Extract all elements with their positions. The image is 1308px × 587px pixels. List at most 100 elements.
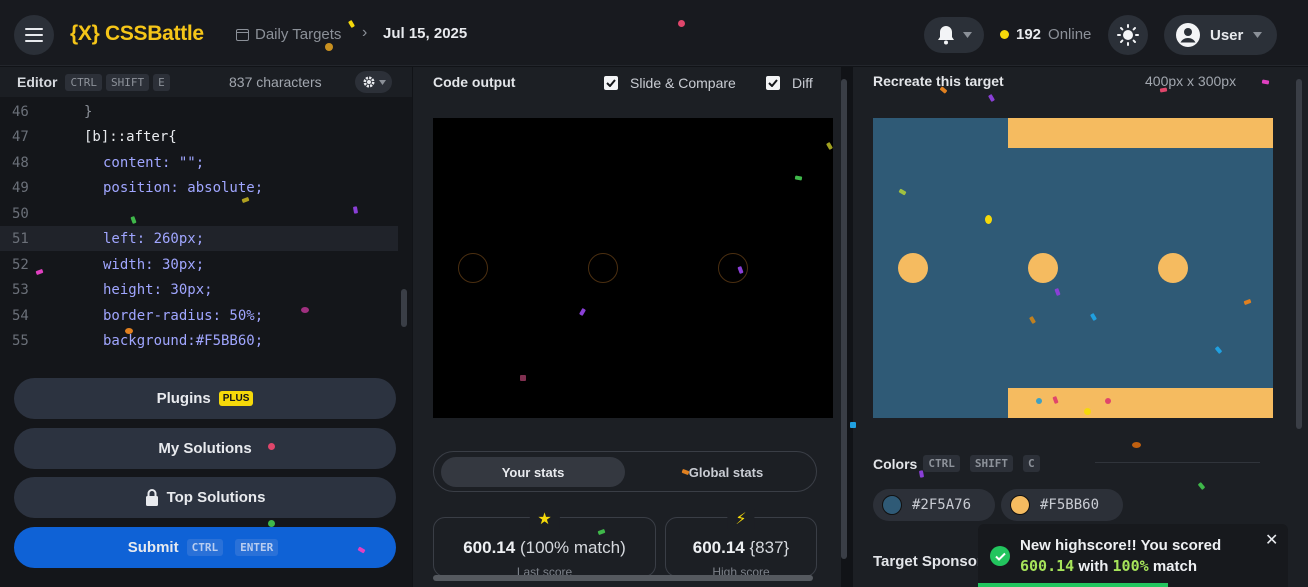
line-number: 48 [12, 154, 29, 171]
toast-line1: New highscore!! You scored [1020, 537, 1222, 554]
code-text: } [84, 103, 93, 120]
last-score-value-row: 600.14 (100% match) [434, 538, 655, 558]
breadcrumb-daily-targets[interactable]: Daily Targets [236, 26, 341, 43]
theme-toggle-button[interactable] [1108, 15, 1148, 55]
diff-checkbox[interactable] [766, 76, 780, 90]
submit-button[interactable]: Submit CTRL ENTER [14, 527, 396, 568]
tab-your-stats[interactable]: Your stats [441, 457, 625, 487]
code-line: 49 position: absolute; [0, 175, 398, 200]
divider [1095, 462, 1260, 463]
editor-title: Editor [17, 74, 58, 90]
top-solutions-button[interactable]: Top Solutions [14, 477, 396, 518]
check-icon [768, 79, 778, 87]
diff-circle [588, 253, 618, 283]
slide-compare-checkbox[interactable] [604, 76, 618, 90]
slide-compare-label: Slide & Compare [630, 75, 736, 91]
scrollbar-thumb[interactable] [841, 79, 847, 559]
color-chip[interactable]: #2F5A76 [873, 489, 995, 521]
confetti [850, 422, 856, 428]
target-sponsor-title: Target Sponsor [873, 553, 983, 570]
code-line: 53 height: 30px; [0, 277, 398, 302]
line-number: 47 [12, 128, 29, 145]
target-image[interactable] [873, 118, 1273, 418]
output-header: Code output Slide & Compare Diff [413, 67, 841, 97]
editor-header: Editor CTRL SHIFT E 837 characters [0, 67, 412, 97]
lightning-icon: ⚡ [727, 509, 755, 529]
line-number: 50 [12, 205, 29, 222]
code-line: 55 background:#F5BB60; [0, 328, 398, 353]
target-vertical-scrollbar[interactable] [1294, 67, 1304, 572]
my-solutions-button[interactable]: My Solutions [14, 428, 396, 469]
my-solutions-label: My Solutions [158, 440, 252, 457]
toast-match-word: match [1152, 558, 1198, 575]
code-text: background:#F5BB60; [103, 332, 264, 349]
close-icon[interactable]: ✕ [1265, 530, 1278, 550]
high-score-card: ⚡ 600.14 {837} High score [665, 509, 817, 579]
slide-compare-toggle[interactable]: Slide & Compare [604, 75, 736, 91]
code-line-active: 51 left: 260px; [0, 226, 398, 251]
online-dot-icon [1000, 30, 1009, 39]
high-score-value: 600.14 [692, 538, 745, 557]
code-editor[interactable]: 46} 47 [b]::after{ 48 content: ""; 49 posit… [0, 99, 398, 361]
plugins-button[interactable]: Plugins PLUS [14, 378, 396, 419]
confetti [301, 307, 309, 313]
target-bottom-bar [1008, 388, 1273, 418]
editor-settings-button[interactable] [355, 71, 392, 93]
toast-message: New highscore!! You scored 600.14 with 1… [1020, 536, 1260, 577]
confetti [985, 215, 992, 224]
confetti [268, 443, 275, 450]
plus-badge: PLUS [218, 391, 254, 406]
chevron-down-icon [378, 79, 386, 85]
toast-progress-bar [978, 583, 1168, 587]
line-number: 46 [12, 103, 29, 120]
target-top-bar [1008, 118, 1273, 148]
lock-icon [145, 489, 158, 506]
star-icon: ★ [529, 509, 560, 529]
online-label: Online [1048, 26, 1092, 43]
logo[interactable]: {X} CSSBattle [70, 22, 204, 46]
confetti [678, 20, 685, 27]
breadcrumb-section-label: Daily Targets [255, 26, 342, 43]
shortcut-key: C [1022, 455, 1040, 472]
check-circle-icon [990, 546, 1010, 566]
tab-global-stats[interactable]: Global stats [634, 457, 818, 487]
diff-toggle[interactable]: Diff [766, 75, 813, 91]
last-score-card: ★ 600.14 (100% match) Last score [433, 509, 656, 579]
bell-icon [937, 26, 954, 45]
notifications-button[interactable] [924, 17, 984, 53]
confetti [520, 375, 526, 381]
user-menu-button[interactable]: User [1164, 15, 1277, 55]
code-text: position: absolute; [103, 179, 264, 196]
code-line: 46} [0, 99, 398, 124]
target-circle [1158, 253, 1188, 283]
online-indicator: 192 Online [1000, 26, 1091, 43]
check-icon [606, 79, 616, 87]
output-vertical-scrollbar[interactable] [839, 67, 849, 572]
colors-title: Colors [873, 455, 918, 472]
output-canvas[interactable] [433, 118, 833, 418]
scrollbar-thumb[interactable] [401, 289, 407, 327]
scrollbar-thumb[interactable] [433, 575, 813, 581]
hamburger-icon [25, 28, 43, 42]
diff-circle [458, 253, 488, 283]
output-title: Code output [433, 74, 516, 90]
code-text: content: ""; [103, 154, 205, 171]
top-solutions-label: Top Solutions [166, 489, 266, 506]
editor-scrollbar[interactable] [399, 99, 410, 361]
shortcut-key: E [153, 73, 170, 91]
confetti [1084, 408, 1091, 415]
shortcut-key: ENTER [235, 539, 279, 556]
sun-icon [1117, 24, 1139, 46]
line-number: 53 [12, 281, 29, 298]
online-count: 192 [1016, 26, 1042, 43]
toast-match: 100% [1112, 557, 1149, 575]
submit-label: Submit [127, 539, 179, 556]
shortcut-key: CTRL [186, 539, 224, 556]
last-score-value: 600.14 [463, 538, 516, 557]
last-score-match: (100% match) [519, 538, 626, 557]
menu-button[interactable] [14, 15, 54, 55]
output-horizontal-scrollbar[interactable] [419, 572, 839, 584]
character-count: 837 characters [229, 74, 322, 90]
scrollbar-thumb[interactable] [1296, 79, 1302, 429]
color-chip[interactable]: #F5BB60 [1001, 489, 1123, 521]
